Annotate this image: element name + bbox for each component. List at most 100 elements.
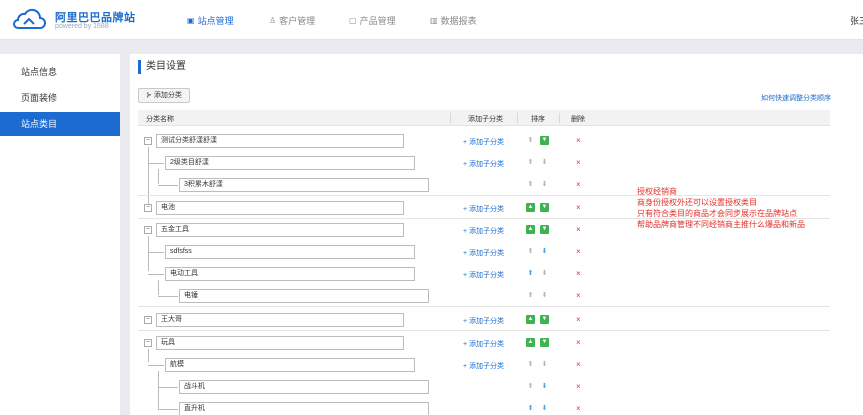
move-up-icon: ⬆ — [527, 383, 534, 390]
add-subcategory-link[interactable]: + 添加子分类 — [463, 361, 504, 371]
delete-icon[interactable]: × — [576, 360, 581, 369]
table-row: − 王大哥 + 添加子分类 ▲ ▼ × — [138, 309, 830, 331]
move-up-icon: ⬆ — [527, 248, 534, 255]
add-subcategory-link[interactable]: + 添加子分类 — [463, 226, 504, 236]
table-row: 电动工具 + 添加子分类 ⬆ ⬇ × — [138, 263, 830, 285]
add-subcategory-link[interactable]: + 添加子分类 — [463, 270, 504, 280]
help-link[interactable]: 如何快速调整分类顺序 — [761, 93, 831, 103]
nav-customer-management[interactable]: ♙ 客户管理 — [269, 14, 315, 27]
section-title: 类目设置 — [138, 60, 186, 74]
nav-label: 站点管理 — [197, 16, 234, 26]
delete-icon[interactable]: × — [576, 247, 581, 256]
tree-line — [158, 387, 178, 388]
move-up-icon[interactable]: ▲ — [526, 338, 535, 347]
col-delete-header: 删除 — [571, 116, 585, 123]
add-subcategory-link[interactable]: + 添加子分类 — [463, 316, 504, 326]
main-panel: 类目设置 ⊱ 添加分类 如何快速调整分类顺序 分类名称 添加子分类 排序 删除 … — [130, 54, 863, 415]
delete-icon[interactable]: × — [576, 136, 581, 145]
delete-icon[interactable]: × — [576, 404, 581, 413]
sidebar: 站点信息 页面装修 站点类目 — [0, 54, 120, 415]
table-row: − 测试分类舒漾舒漾 + 添加子分类 ⬆ ▼ × — [138, 130, 830, 152]
collapse-toggle[interactable]: − — [144, 204, 152, 212]
move-up-icon[interactable]: ⬆ — [526, 269, 535, 278]
add-subcategory-link[interactable]: + 添加子分类 — [463, 248, 504, 258]
move-down-icon[interactable]: ▼ — [540, 315, 549, 324]
category-name-input[interactable]: 玩具 — [156, 336, 404, 350]
move-up-icon[interactable]: ▲ — [526, 203, 535, 212]
add-category-label: 添加分类 — [153, 92, 182, 99]
move-up-icon: ⬆ — [527, 181, 534, 188]
add-subcategory-link[interactable]: + 添加子分类 — [463, 204, 504, 214]
add-subcategory-link[interactable]: + 添加子分类 — [463, 137, 504, 147]
move-up-icon[interactable]: ▲ — [526, 315, 535, 324]
tree-line — [148, 252, 164, 253]
category-name-input[interactable]: 测试分类舒漾舒漾 — [156, 134, 404, 148]
sidebar-item-site-info[interactable]: 站点信息 — [0, 60, 120, 84]
move-up-icon[interactable]: ⬆ — [526, 404, 535, 413]
collapse-toggle[interactable]: − — [144, 226, 152, 234]
delete-icon[interactable]: × — [576, 338, 581, 347]
move-down-icon[interactable]: ▼ — [540, 203, 549, 212]
col-sort-header: 排序 — [531, 116, 545, 123]
category-name-input[interactable]: 直升机 — [179, 402, 429, 415]
nav-label: 产品管理 — [359, 16, 396, 26]
move-down-icon[interactable]: ⬇ — [540, 404, 549, 413]
category-name-input[interactable]: 五金工具 — [156, 223, 404, 237]
nav-data-reports[interactable]: ▥ 数据报表 — [430, 14, 477, 27]
column-divider — [517, 113, 518, 123]
cloud-logo-icon — [13, 8, 46, 29]
column-divider — [450, 113, 451, 123]
sidebar-item-page-decoration[interactable]: 页面装修 — [0, 86, 120, 110]
category-name-input[interactable]: 电动工具 — [165, 267, 415, 281]
category-name-input[interactable]: 3积累木舒漾 — [179, 178, 429, 192]
collapse-toggle[interactable]: − — [144, 339, 152, 347]
table-row: 直升机 ⬆ ⬇ × — [138, 398, 830, 415]
category-name-input[interactable]: 王大哥 — [156, 313, 404, 327]
nav-product-management[interactable]: ▢ 产品管理 — [349, 14, 396, 27]
table-row: − 玩具 + 添加子分类 ▲ ▼ × — [138, 332, 830, 354]
delete-icon[interactable]: × — [576, 225, 581, 234]
move-down-icon[interactable]: ▼ — [540, 338, 549, 347]
user-icon: ♙ — [269, 16, 277, 25]
move-down-icon: ⬇ — [541, 361, 548, 368]
delete-icon[interactable]: × — [576, 203, 581, 212]
move-up-icon: ⬆ — [527, 361, 534, 368]
collapse-toggle[interactable]: − — [144, 137, 152, 145]
annotation-line: 商身份授权外还可以设置授权类目 — [637, 198, 757, 207]
category-name-input[interactable]: sdfsfss — [165, 245, 415, 259]
add-subcategory-link[interactable]: + 添加子分类 — [463, 159, 504, 169]
category-name-input[interactable]: 航模 — [165, 358, 415, 372]
category-name-input[interactable]: 电池 — [156, 201, 404, 215]
move-up-icon[interactable]: ▲ — [526, 225, 535, 234]
nav-site-management[interactable]: ▣ 站点管理 — [187, 14, 234, 27]
collapse-toggle[interactable]: − — [144, 316, 152, 324]
move-down-icon[interactable]: ▼ — [540, 136, 549, 145]
add-subcategory-link[interactable]: + 添加子分类 — [463, 339, 504, 349]
table-row: sdfsfss + 添加子分类 ⬆ ⬇ × — [138, 241, 830, 263]
add-category-button[interactable]: ⊱ 添加分类 — [138, 88, 190, 103]
move-down-icon: ⬇ — [541, 270, 548, 277]
delete-icon[interactable]: × — [576, 315, 581, 324]
move-down-icon: ⬇ — [541, 292, 548, 299]
table-row: 2级类目舒漾 + 添加子分类 ⬆ ⬇ × — [138, 152, 830, 174]
col-add-header: 添加子分类 — [468, 116, 503, 123]
user-name[interactable]: 张三 — [850, 14, 863, 27]
tree-line — [158, 185, 178, 186]
category-name-input[interactable]: 2级类目舒漾 — [165, 156, 415, 170]
col-name-header: 分类名称 — [146, 116, 174, 123]
top-header: 阿里巴巴品牌站 powered by 1688 ▣ 站点管理 ♙ 客户管理 ▢ … — [0, 0, 863, 40]
annotation-line: 授权经销商 — [637, 187, 677, 196]
tree-line — [158, 409, 178, 410]
move-down-icon[interactable]: ⬇ — [540, 247, 549, 256]
category-name-input[interactable]: 战斗机 — [179, 380, 429, 394]
delete-icon[interactable]: × — [576, 180, 581, 189]
sidebar-item-site-category[interactable]: 站点类目 — [0, 112, 120, 136]
delete-icon[interactable]: × — [576, 269, 581, 278]
category-name-input[interactable]: 电锤 — [179, 289, 429, 303]
delete-icon[interactable]: × — [576, 291, 581, 300]
delete-icon[interactable]: × — [576, 158, 581, 167]
move-down-icon[interactable]: ▼ — [540, 225, 549, 234]
delete-icon[interactable]: × — [576, 382, 581, 391]
nav-label: 客户管理 — [279, 16, 316, 26]
move-down-icon[interactable]: ⬇ — [540, 382, 549, 391]
